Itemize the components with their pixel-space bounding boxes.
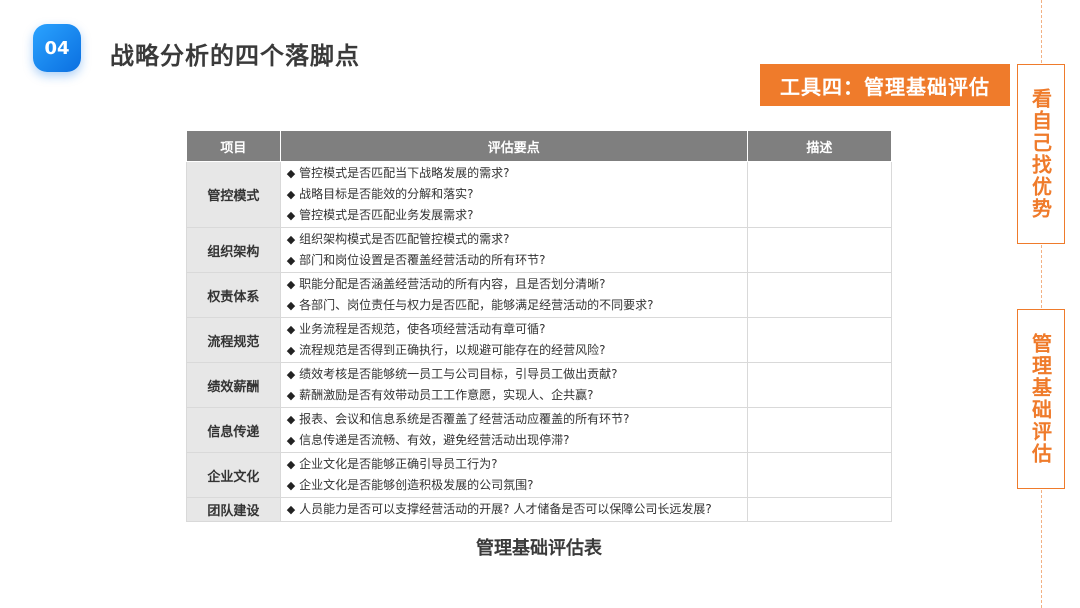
row-description [746, 407, 893, 453]
evaluation-point: ◆ 人员能力是否可以支撑经营活动的开展? 人才储备是否可以保障公司长远发展? [287, 499, 741, 520]
evaluation-point: ◆ 信息传递是否流畅、有效，避免经营活动出现停滞? [287, 430, 741, 451]
table-row: 企业文化 ◆ 企业文化是否能够正确引导员工行为? ◆ 企业文化是否能够创造积极发展的公司… [186, 452, 893, 498]
diamond-bullet-icon: ◆ [286, 368, 296, 381]
table-row: 流程规范 ◆ 业务流程是否规范，使各项经营活动有章可循? ◆ 流程规范是否得到正确执行，… [186, 317, 893, 363]
diamond-bullet-icon: ◆ [286, 167, 296, 180]
assessment-table: 项目 评估要点 描述 管控模式 ◆ 管控模式是否匹配当下战略发展的需求? ◆ 战略目标是… [186, 130, 893, 522]
row-points: ◆ 人员能力是否可以支撑经营活动的开展? 人才储备是否可以保障公司长远发展? [279, 497, 748, 522]
evaluation-point: ◆ 管控模式是否匹配当下战略发展的需求? [287, 163, 741, 184]
row-points: ◆ 职能分配是否涵盖经营活动的所有内容，且是否划分清晰? ◆ 各部门、岗位责任与权力是… [279, 272, 748, 318]
column-header-description: 描述 [746, 130, 893, 162]
evaluation-point: ◆ 流程规范是否得到正确执行，以规避可能存在的经营风险? [287, 340, 741, 361]
column-header-points: 评估要点 [279, 130, 748, 162]
row-description [746, 272, 893, 318]
evaluation-point-text: 绩效考核是否能够统一员工与公司目标，引导员工做出贡献? [299, 367, 618, 381]
evaluation-point-text: 业务流程是否规范，使各项经营活动有章可循? [299, 322, 546, 336]
evaluation-point: ◆ 管控模式是否匹配业务发展需求? [287, 205, 741, 226]
diamond-bullet-icon: ◆ [286, 254, 296, 267]
evaluation-point-text: 薪酬激励是否有效带动员工工作意愿，实现人、企共赢? [299, 388, 594, 402]
row-points: ◆ 报表、会议和信息系统是否覆盖了经营活动应覆盖的所有环节? ◆ 信息传递是否流畅、有… [279, 407, 748, 453]
evaluation-point-text: 战略目标是否能效的分解和落实? [299, 187, 474, 201]
evaluation-point: ◆ 报表、会议和信息系统是否覆盖了经营活动应覆盖的所有环节? [287, 409, 741, 430]
row-category: 管控模式 [186, 161, 281, 228]
row-points: ◆ 绩效考核是否能够统一员工与公司目标，引导员工做出贡献? ◆ 薪酬激励是否有效带动员… [279, 362, 748, 408]
side-label-strengths: 看自己找优势 [1017, 64, 1065, 244]
evaluation-point-text: 报表、会议和信息系统是否覆盖了经营活动应覆盖的所有环节? [299, 412, 630, 426]
diamond-bullet-icon: ◆ [286, 209, 296, 222]
evaluation-point: ◆ 部门和岗位设置是否覆盖经营活动的所有环节? [287, 250, 741, 271]
row-category: 信息传递 [186, 407, 281, 453]
row-points: ◆ 企业文化是否能够正确引导员工行为? ◆ 企业文化是否能够创造积极发展的公司氛围? [279, 452, 748, 498]
diamond-bullet-icon: ◆ [286, 503, 296, 516]
row-points: ◆ 组织架构模式是否匹配管控模式的需求? ◆ 部门和岗位设置是否覆盖经营活动的所有环节… [279, 227, 748, 273]
evaluation-point-text: 流程规范是否得到正确执行，以规避可能存在的经营风险? [299, 343, 606, 357]
evaluation-point: ◆ 组织架构模式是否匹配管控模式的需求? [287, 229, 741, 250]
evaluation-point-text: 信息传递是否流畅、有效，避免经营活动出现停滞? [299, 433, 570, 447]
diamond-bullet-icon: ◆ [286, 344, 296, 357]
diamond-bullet-icon: ◆ [286, 479, 296, 492]
row-description [746, 362, 893, 408]
evaluation-point: ◆ 各部门、岗位责任与权力是否匹配，能够满足经营活动的不同要求? [287, 295, 741, 316]
evaluation-point-text: 管控模式是否匹配业务发展需求? [299, 208, 474, 222]
row-category: 团队建设 [186, 497, 281, 522]
diamond-bullet-icon: ◆ [286, 413, 296, 426]
row-description [746, 317, 893, 363]
diamond-bullet-icon: ◆ [286, 323, 296, 336]
evaluation-point-text: 企业文化是否能够正确引导员工行为? [299, 457, 498, 471]
evaluation-point-text: 企业文化是否能够创造积极发展的公司氛围? [299, 478, 534, 492]
diamond-bullet-icon: ◆ [286, 188, 296, 201]
row-category: 组织架构 [186, 227, 281, 273]
row-category: 企业文化 [186, 452, 281, 498]
row-category: 绩效薪酬 [186, 362, 281, 408]
evaluation-point: ◆ 业务流程是否规范，使各项经营活动有章可循? [287, 319, 741, 340]
row-description [746, 452, 893, 498]
evaluation-point-text: 各部门、岗位责任与权力是否匹配，能够满足经营活动的不同要求? [299, 298, 654, 312]
row-points: ◆ 管控模式是否匹配当下战略发展的需求? ◆ 战略目标是否能效的分解和落实? ◆ 管控模式… [279, 161, 748, 228]
section-number-badge: 04 [33, 24, 81, 72]
table-row: 信息传递 ◆ 报表、会议和信息系统是否覆盖了经营活动应覆盖的所有环节? ◆ 信息传递是否… [186, 407, 893, 453]
side-label-management-assessment: 管理基础评估 [1017, 309, 1065, 489]
evaluation-point: ◆ 企业文化是否能够创造积极发展的公司氛围? [287, 475, 741, 496]
row-description [746, 161, 893, 228]
table-row: 权责体系 ◆ 职能分配是否涵盖经营活动的所有内容，且是否划分清晰? ◆ 各部门、岗位责任… [186, 272, 893, 318]
evaluation-point: ◆ 绩效考核是否能够统一员工与公司目标，引导员工做出贡献? [287, 364, 741, 385]
row-points: ◆ 业务流程是否规范，使各项经营活动有章可循? ◆ 流程规范是否得到正确执行，以规避可… [279, 317, 748, 363]
evaluation-point-text: 部门和岗位设置是否覆盖经营活动的所有环节? [299, 253, 546, 267]
table-row: 组织架构 ◆ 组织架构模式是否匹配管控模式的需求? ◆ 部门和岗位设置是否覆盖经营活动的… [186, 227, 893, 273]
evaluation-point-text: 人员能力是否可以支撑经营活动的开展? 人才储备是否可以保障公司长远发展? [299, 502, 712, 516]
evaluation-point: ◆ 战略目标是否能效的分解和落实? [287, 184, 741, 205]
column-header-item: 项目 [186, 130, 281, 162]
table-caption: 管理基础评估表 [476, 538, 602, 559]
table-header-row: 项目 评估要点 描述 [186, 130, 893, 162]
diamond-bullet-icon: ◆ [286, 278, 296, 291]
evaluation-point: ◆ 职能分配是否涵盖经营活动的所有内容，且是否划分清晰? [287, 274, 741, 295]
tool-banner: 工具四：管理基础评估 [760, 64, 1010, 106]
table-row: 管控模式 ◆ 管控模式是否匹配当下战略发展的需求? ◆ 战略目标是否能效的分解和落实? ◆… [186, 161, 893, 228]
table-row: 绩效薪酬 ◆ 绩效考核是否能够统一员工与公司目标，引导员工做出贡献? ◆ 薪酬激励是否有… [186, 362, 893, 408]
diamond-bullet-icon: ◆ [286, 434, 296, 447]
table-body: 管控模式 ◆ 管控模式是否匹配当下战略发展的需求? ◆ 战略目标是否能效的分解和落实? ◆… [186, 161, 893, 522]
evaluation-point-text: 职能分配是否涵盖经营活动的所有内容，且是否划分清晰? [299, 277, 606, 291]
evaluation-point-text: 管控模式是否匹配当下战略发展的需求? [299, 166, 510, 180]
evaluation-point: ◆ 薪酬激励是否有效带动员工工作意愿，实现人、企共赢? [287, 385, 741, 406]
row-category: 权责体系 [186, 272, 281, 318]
diamond-bullet-icon: ◆ [286, 389, 296, 402]
evaluation-point: ◆ 企业文化是否能够正确引导员工行为? [287, 454, 741, 475]
row-category: 流程规范 [186, 317, 281, 363]
diamond-bullet-icon: ◆ [286, 233, 296, 246]
diamond-bullet-icon: ◆ [286, 458, 296, 471]
row-description [746, 227, 893, 273]
diamond-bullet-icon: ◆ [286, 299, 296, 312]
page-title: 战略分析的四个落脚点 [110, 42, 360, 70]
table-row: 团队建设 ◆ 人员能力是否可以支撑经营活动的开展? 人才储备是否可以保障公司长远发展… [186, 497, 893, 522]
evaluation-point-text: 组织架构模式是否匹配管控模式的需求? [299, 232, 510, 246]
row-description [746, 497, 893, 522]
